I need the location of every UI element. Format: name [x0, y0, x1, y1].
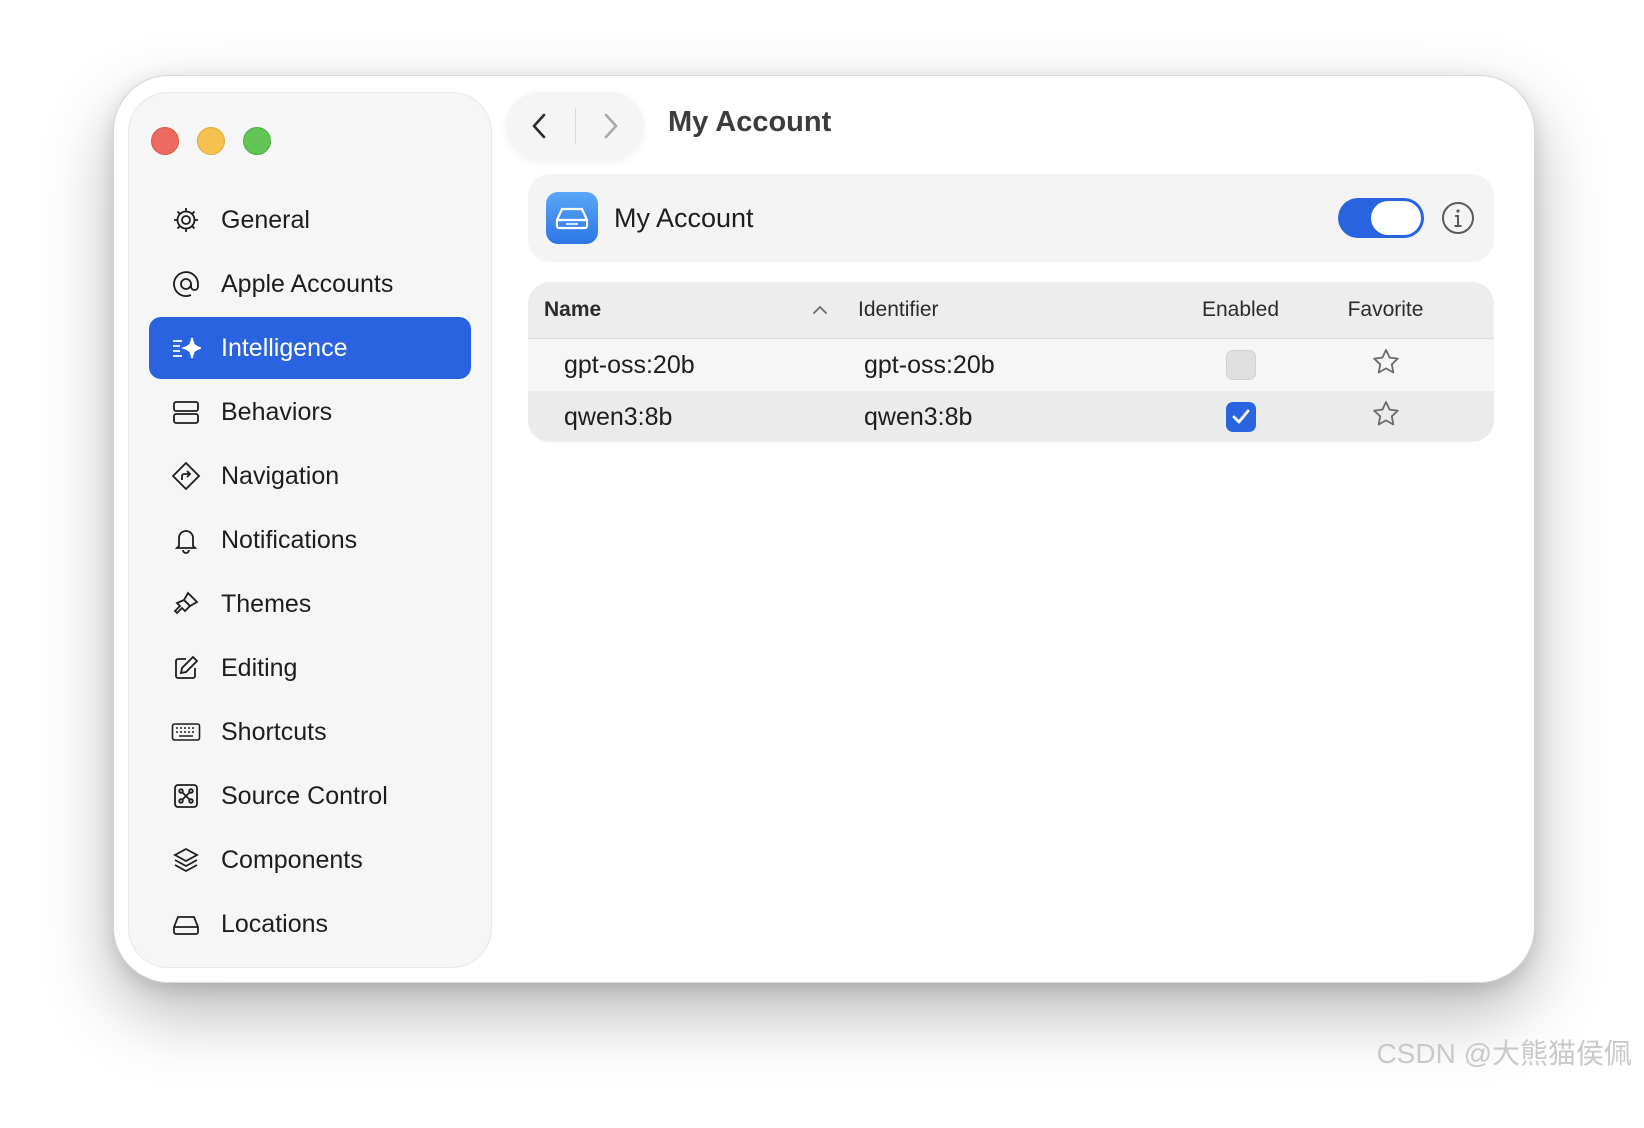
source-control-icon — [171, 781, 201, 811]
drive-icon — [546, 192, 598, 244]
info-icon[interactable] — [1440, 200, 1476, 236]
keyboard-icon — [171, 717, 201, 747]
table-row[interactable]: qwen3:8b qwen3:8b — [528, 391, 1494, 442]
sidebar-item-label: Locations — [221, 909, 329, 938]
sidebar-item-themes[interactable]: Themes — [149, 573, 471, 635]
model-name: qwen3:8b — [564, 402, 673, 431]
stack-rect-icon — [171, 397, 201, 427]
sidebar-nav: General Apple Accounts Intelligence Beha… — [149, 189, 471, 957]
column-header-label: Name — [544, 298, 602, 321]
paintbrush-icon — [171, 589, 201, 619]
settings-window: General Apple Accounts Intelligence Beha… — [113, 75, 1535, 983]
model-identifier: gpt-oss:20b — [864, 350, 995, 379]
account-name: My Account — [614, 202, 754, 233]
drive-icon — [171, 909, 201, 939]
enabled-checkbox[interactable] — [1225, 350, 1256, 380]
back-button[interactable] — [506, 92, 575, 160]
zoom-button[interactable] — [243, 127, 271, 155]
at-icon — [171, 269, 201, 299]
minimize-button[interactable] — [197, 127, 225, 155]
sidebar-item-intelligence[interactable]: Intelligence — [149, 317, 471, 379]
sidebar-item-label: Components — [221, 845, 363, 874]
checkmark-icon — [1232, 409, 1249, 424]
sidebar-item-label: Source Control — [221, 781, 388, 810]
sidebar-item-label: Themes — [221, 589, 312, 618]
sidebar-item-apple-accounts[interactable]: Apple Accounts — [149, 253, 471, 315]
account-card: My Account — [528, 174, 1494, 262]
sidebar-item-label: Intelligence — [221, 333, 348, 362]
layers-icon — [171, 845, 201, 875]
sidebar-item-locations[interactable]: Locations — [149, 893, 471, 955]
sidebar-item-label: Apple Accounts — [221, 269, 394, 298]
table-row[interactable]: gpt-oss:20b gpt-oss:20b — [528, 339, 1494, 391]
page-title: My Account — [668, 106, 832, 138]
content-pane: My Account My Account Name Identifier En… — [504, 76, 1534, 982]
sidebar-item-shortcuts[interactable]: Shortcuts — [149, 701, 471, 763]
sidebar-item-general[interactable]: General — [149, 189, 471, 251]
column-header-name[interactable]: Name — [528, 298, 848, 322]
sparkle-icon — [171, 333, 201, 363]
traffic-lights — [151, 127, 271, 155]
model-identifier: qwen3:8b — [864, 402, 973, 431]
models-table: Name Identifier Enabled Favorite gpt-oss… — [528, 282, 1494, 442]
sidebar-item-label: Navigation — [221, 461, 340, 490]
sidebar-item-label: Behaviors — [221, 397, 333, 426]
bell-icon — [171, 525, 201, 555]
column-header-identifier[interactable]: Identifier — [848, 298, 1168, 322]
sidebar-item-editing[interactable]: Editing — [149, 637, 471, 699]
star-icon[interactable] — [1371, 347, 1401, 377]
close-button[interactable] — [151, 127, 179, 155]
sidebar-item-notifications[interactable]: Notifications — [149, 509, 471, 571]
sidebar-item-label: General — [221, 205, 310, 234]
watermark: CSDN @大熊猫侯佩 — [1376, 1038, 1632, 1069]
account-enabled-toggle[interactable] — [1338, 198, 1424, 238]
sidebar-item-label: Notifications — [221, 525, 358, 554]
sidebar-item-label: Shortcuts — [221, 717, 327, 746]
gear-icon — [171, 205, 201, 235]
star-icon[interactable] — [1371, 399, 1401, 429]
chevron-right-icon — [604, 113, 618, 139]
sidebar-item-label: Editing — [221, 653, 298, 682]
chevron-left-icon — [532, 113, 546, 139]
forward-button[interactable] — [576, 92, 645, 160]
diamond-arrow-icon — [171, 461, 201, 491]
pencil-square-icon — [171, 653, 201, 683]
sidebar: General Apple Accounts Intelligence Beha… — [128, 92, 492, 968]
sidebar-item-source-control[interactable]: Source Control — [149, 765, 471, 827]
sidebar-item-components[interactable]: Components — [149, 829, 471, 891]
column-header-favorite[interactable]: Favorite — [1313, 298, 1458, 322]
column-header-enabled[interactable]: Enabled — [1168, 298, 1313, 322]
sidebar-item-behaviors[interactable]: Behaviors — [149, 381, 471, 443]
enabled-checkbox[interactable] — [1225, 402, 1256, 432]
model-name: gpt-oss:20b — [564, 350, 695, 379]
table-header: Name Identifier Enabled Favorite — [528, 282, 1494, 339]
history-navigation — [506, 92, 644, 160]
toggle-knob — [1371, 201, 1421, 235]
sort-ascending-icon — [813, 305, 827, 314]
sidebar-item-navigation[interactable]: Navigation — [149, 445, 471, 507]
